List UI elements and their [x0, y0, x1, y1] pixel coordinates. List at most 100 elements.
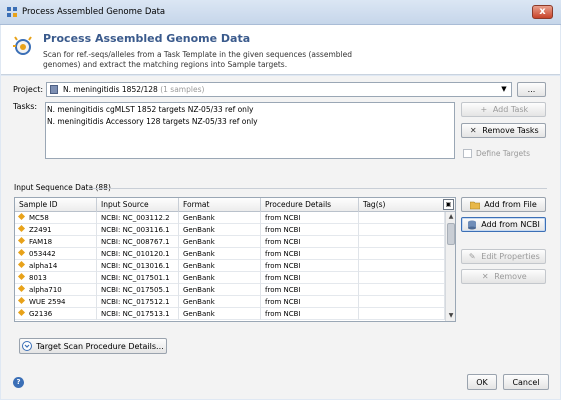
- checkbox-box[interactable]: [463, 149, 472, 158]
- cell-text: from NCBI: [265, 226, 301, 234]
- cell-text: GenBank: [183, 286, 215, 294]
- cell-text: from NCBI: [265, 262, 301, 270]
- task-item[interactable]: N. meningitidis Accessory 128 targets NZ…: [47, 117, 258, 126]
- table-cell: NCBI: NC_003116.1: [97, 224, 179, 236]
- table-cell: from NCBI: [261, 236, 359, 248]
- ok-button[interactable]: OK: [467, 374, 497, 390]
- table-row[interactable]: 8013 NCBI: NC_017501.1 GenBank from NCBI: [15, 272, 445, 284]
- scroll-up-icon[interactable]: ▲: [446, 212, 455, 222]
- target-scan-details-label: Target Scan Procedure Details...: [36, 341, 164, 351]
- table-cell: [359, 248, 445, 260]
- table-cell: [359, 224, 445, 236]
- cell-text: NCBI: NC_017505.1: [101, 286, 170, 294]
- tasks-list[interactable]: N. meningitidis cgMLST 1852 targets NZ-0…: [45, 102, 455, 159]
- cell-text: from NCBI: [265, 286, 301, 294]
- column-header[interactable]: Tag(s): [359, 198, 443, 212]
- table-cell: from NCBI: [261, 308, 359, 320]
- table-cell: WUE 2594: [15, 296, 97, 308]
- scroll-thumb[interactable]: [447, 223, 455, 245]
- target-scan-details-button[interactable]: Target Scan Procedure Details...: [19, 338, 167, 354]
- define-targets-checkbox[interactable]: Define Targets: [463, 149, 530, 158]
- cell-text: GenBank: [183, 238, 215, 246]
- table-cell: G2136: [15, 308, 97, 320]
- table-cell: GenBank: [179, 212, 261, 224]
- add-task-button[interactable]: + Add Task: [461, 102, 546, 117]
- table-cell: NCBI: NC_017501.1: [97, 272, 179, 284]
- column-header[interactable]: Format: [179, 198, 261, 212]
- chevron-circle-icon: [22, 341, 33, 351]
- table-row[interactable]: MC58 NCBI: NC_003112.2 GenBank from NCBI: [15, 212, 445, 224]
- column-header[interactable]: Procedure Details: [261, 198, 359, 212]
- sample-icon: [17, 260, 26, 269]
- table-row[interactable]: 053442 NCBI: NC_010120.1 GenBank from NCBI: [15, 248, 445, 260]
- vertical-scrollbar[interactable]: ▲ ▼: [445, 212, 455, 321]
- sample-icon: [17, 296, 26, 305]
- column-menu-icon[interactable]: ▣: [443, 199, 454, 210]
- cell-text: GenBank: [183, 226, 215, 234]
- task-item[interactable]: N. meningitidis cgMLST 1852 targets NZ-0…: [47, 105, 253, 114]
- window-title: Process Assembled Genome Data: [22, 7, 166, 17]
- table-cell: [359, 212, 445, 224]
- cell-text: alpha14: [29, 262, 58, 270]
- remove-tasks-button[interactable]: ✕ Remove Tasks: [461, 123, 546, 138]
- section-divider: [89, 188, 547, 189]
- close-button[interactable]: x: [532, 5, 553, 19]
- plus-icon: +: [480, 105, 488, 114]
- table-cell: Z2491: [15, 224, 97, 236]
- remove-sequence-label: Remove: [494, 272, 527, 281]
- input-sequence-table[interactable]: Sample ID Input Source Format Procedure …: [14, 197, 456, 322]
- table-cell: GenBank: [179, 284, 261, 296]
- project-name: N. meningitidis 1852/128: [63, 85, 158, 94]
- table-cell: NCBI: NC_017512.1: [97, 296, 179, 308]
- table-cell: GenBank: [179, 308, 261, 320]
- table-cell: [359, 308, 445, 320]
- table-header: Sample ID Input Source Format Procedure …: [15, 198, 455, 212]
- add-from-file-button[interactable]: Add from File: [461, 197, 546, 212]
- remove-sequence-button[interactable]: ✕ Remove: [461, 269, 546, 284]
- cell-text: GenBank: [183, 274, 215, 282]
- cell-text: GenBank: [183, 298, 215, 306]
- cell-text: MC58: [29, 214, 49, 222]
- project-sample-count: (1 samples): [160, 85, 205, 94]
- add-from-ncbi-button[interactable]: Add from NCBI: [461, 217, 546, 232]
- table-row[interactable]: alpha14 NCBI: NC_013016.1 GenBank from NCBI: [15, 260, 445, 272]
- table-cell: from NCBI: [261, 248, 359, 260]
- table-cell: from NCBI: [261, 296, 359, 308]
- browse-project-button[interactable]: ...: [517, 82, 546, 97]
- table-cell: from NCBI: [261, 212, 359, 224]
- cell-text: GenBank: [183, 310, 215, 318]
- table-row[interactable]: alpha710 NCBI: NC_017505.1 GenBank from NCB…: [15, 284, 445, 296]
- table-cell: NCBI: NC_017505.1: [97, 284, 179, 296]
- cell-text: FAM18: [29, 238, 53, 246]
- cell-text: from NCBI: [265, 238, 301, 246]
- cell-text: GenBank: [183, 214, 215, 222]
- sample-icon: [17, 284, 26, 293]
- title-bar: Process Assembled Genome Data x: [0, 0, 561, 25]
- cancel-button[interactable]: Cancel: [503, 374, 549, 390]
- edit-properties-button[interactable]: ✎ Edit Properties: [461, 249, 546, 264]
- table-cell: GenBank: [179, 272, 261, 284]
- table-row[interactable]: Z2491 NCBI: NC_003116.1 GenBank from NCBI: [15, 224, 445, 236]
- project-select[interactable]: N. meningitidis 1852/128 (1 samples) ▼: [46, 82, 512, 97]
- sample-icon: [17, 248, 26, 257]
- table-cell: 053442: [15, 248, 97, 260]
- scroll-down-icon[interactable]: ▼: [446, 311, 455, 321]
- table-cell: MC58: [15, 212, 97, 224]
- project-icon: [50, 85, 58, 94]
- table-row[interactable]: WUE 2594 NCBI: NC_017512.1 GenBank from NCB…: [15, 296, 445, 308]
- table-cell: GenBank: [179, 296, 261, 308]
- add-from-file-label: Add from File: [484, 200, 537, 209]
- table-row[interactable]: G2136 NCBI: NC_017513.1 GenBank from NCBI: [15, 308, 445, 320]
- define-targets-label: Define Targets: [476, 149, 530, 158]
- cell-text: Z2491: [29, 226, 52, 234]
- table-row[interactable]: FAM18 NCBI: NC_008767.1 GenBank from NCBI: [15, 236, 445, 248]
- column-header[interactable]: Input Source: [97, 198, 179, 212]
- cell-text: NCBI: NC_010120.1: [101, 250, 170, 258]
- help-icon[interactable]: ?: [13, 377, 24, 388]
- cell-text: from NCBI: [265, 298, 301, 306]
- banner-heading: Process Assembled Genome Data: [43, 32, 251, 45]
- column-header[interactable]: Sample ID: [15, 198, 97, 212]
- cell-text: from NCBI: [265, 250, 301, 258]
- table-cell: GenBank: [179, 248, 261, 260]
- database-icon: [468, 220, 477, 229]
